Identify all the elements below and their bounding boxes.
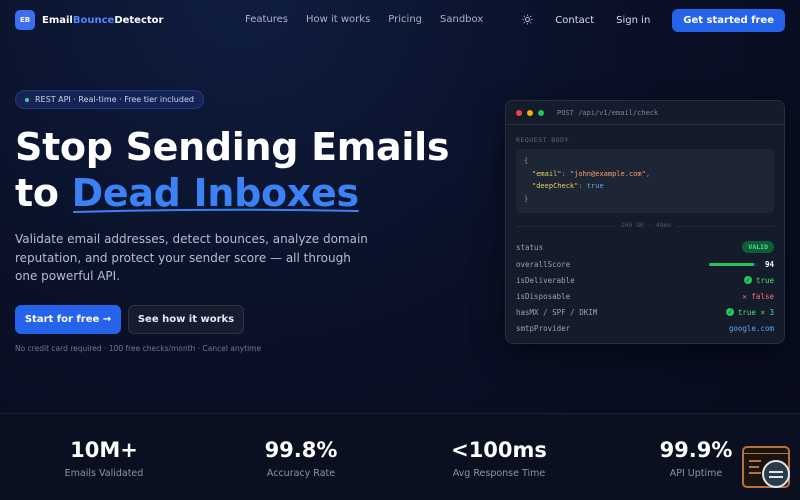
- hero-fine-print: No credit card required · 100 free check…: [15, 344, 262, 353]
- nav-link-contact[interactable]: Contact: [555, 15, 594, 26]
- nav-actions: Contact Sign in Get started free: [522, 9, 785, 32]
- logo-badge: EB: [15, 10, 35, 30]
- get-started-button[interactable]: Get started free: [672, 9, 785, 32]
- stat-emails-validated: 10M+ Emails Validated: [64, 438, 144, 479]
- code-open-brace: {: [524, 157, 529, 165]
- response-status-label: 200 OK · 48ms: [506, 221, 784, 229]
- window-minimize-dot-icon: [527, 109, 533, 116]
- nav-link-pricing[interactable]: Pricing: [388, 14, 422, 25]
- request-code-block: { "email": "john@example.com", "deepChec…: [516, 149, 774, 213]
- hero-title: Stop Sending Emails to Dead Inboxes: [15, 124, 449, 216]
- hero-title-to: to: [15, 171, 72, 215]
- check-circle-icon: ✓: [725, 308, 734, 316]
- stat-accuracy: 99.8% Accuracy Rate: [264, 438, 338, 479]
- window-close-dot-icon: [516, 109, 522, 116]
- request-body-label: REQUEST BODY: [516, 136, 569, 144]
- check-circle-icon: ✓: [743, 276, 752, 284]
- chat-support-widget-icon[interactable]: [742, 446, 790, 488]
- brand-name: EmailBounceDetector: [42, 14, 164, 26]
- status-badge: VALID: [742, 241, 774, 253]
- hero-description: Validate email addresses, detect bounces…: [15, 232, 368, 283]
- result-row-deliverable: isDeliverable ✓ true: [516, 275, 774, 285]
- result-row-score: overallScore 94: [516, 259, 774, 269]
- result-row-disposable: isDisposable ✕ false: [516, 291, 774, 301]
- api-demo-card: POST /api/v1/email/check REQUEST BODY { …: [505, 100, 785, 344]
- score-bar: [708, 262, 757, 266]
- status-dot-icon: [25, 97, 29, 102]
- nav-link-how-it-works[interactable]: How it works: [306, 14, 370, 25]
- card-titlebar: POST /api/v1/email/check: [506, 101, 784, 125]
- see-how-it-works-button[interactable]: See how it works: [128, 305, 244, 334]
- stats-bar: 10M+ Emails Validated 99.8% Accuracy Rat…: [0, 413, 800, 500]
- result-row-smtp: smtpProvider google.com: [516, 323, 774, 333]
- hero-title-line1: Stop Sending Emails: [15, 125, 450, 169]
- nav-link-features[interactable]: Features: [245, 14, 288, 25]
- nav-link-sandbox[interactable]: Sandbox: [440, 14, 483, 25]
- result-row-status: status VALID: [516, 241, 774, 253]
- pill-text: REST API · Real-time · Free tier include…: [35, 95, 194, 104]
- sign-in-link[interactable]: Sign in: [616, 15, 650, 26]
- brand-logo[interactable]: EB EmailBounceDetector: [15, 10, 163, 30]
- nav-links: Features How it works Pricing Sandbox: [245, 14, 483, 25]
- window-maximize-dot-icon: [538, 109, 544, 116]
- endpoint-title: POST /api/v1/email/check: [557, 108, 659, 117]
- feature-pill: REST API · Real-time · Free tier include…: [15, 90, 204, 109]
- support-avatar: [762, 460, 790, 488]
- score-bar-fill: [708, 262, 755, 266]
- stat-response-time: <100ms Avg Response Time: [451, 438, 547, 479]
- code-line-email: "email": "john@example.com",: [532, 169, 651, 178]
- theme-toggle-icon[interactable]: [522, 13, 533, 28]
- start-free-button[interactable]: Start for free →: [15, 305, 121, 334]
- code-line-deepcheck: "deepCheck": true: [532, 182, 604, 190]
- top-nav: EB EmailBounceDetector Features How it w…: [0, 0, 800, 40]
- result-row-mx: hasMX / SPF / DKIM ✓ true × 3: [516, 307, 774, 317]
- title-underline-decoration: [73, 208, 359, 213]
- code-close-brace: }: [524, 194, 529, 203]
